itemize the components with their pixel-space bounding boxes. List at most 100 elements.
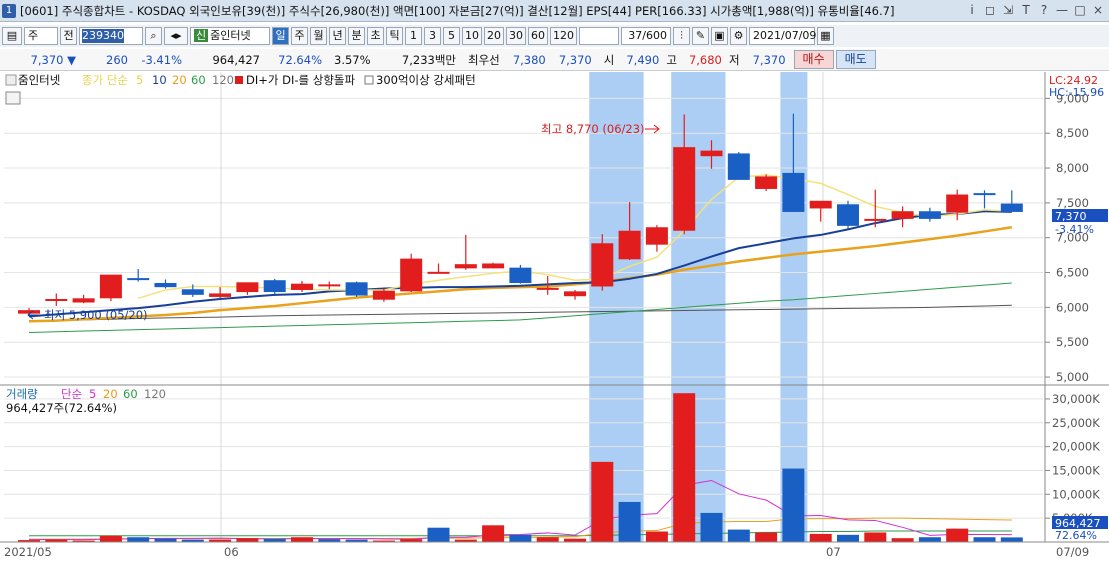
price-tick-label-5: 6,500 [1056, 266, 1089, 280]
x-tick-label-0: 2021/05 [4, 545, 52, 559]
open-label: 시 [603, 52, 615, 67]
candle-body-16 [454, 264, 477, 269]
stock-code-value: 239340 [82, 29, 124, 43]
interval-second[interactable]: 초 [367, 27, 384, 45]
volume-bar-21 [591, 461, 614, 542]
candle-body-22 [618, 230, 641, 260]
candle-body-20 [564, 291, 586, 297]
high-label: 고 [666, 52, 677, 67]
candle-body-31 [864, 218, 887, 221]
candle-body-30 [837, 204, 859, 226]
help-icon[interactable]: ? [1037, 3, 1051, 17]
candle-body-4 [127, 278, 150, 281]
num-20[interactable]: 20 [484, 27, 504, 45]
num-3[interactable]: 3 [424, 27, 441, 45]
volume-bar-23 [645, 531, 668, 542]
candle-body-21 [591, 243, 614, 287]
candle-body-19 [536, 287, 559, 290]
num-60[interactable]: 60 [528, 27, 548, 45]
volume-bar-24 [673, 393, 696, 542]
period-type-select[interactable]: 주 [24, 27, 58, 45]
current-price-tag-text: 7,370 [1055, 210, 1087, 223]
candle-body-2 [72, 298, 95, 303]
candle-body-35 [973, 193, 996, 196]
volume-bar-33 [918, 537, 941, 542]
price-tick-label-6: 6,000 [1056, 300, 1089, 314]
volume-ratio: 72.64% [278, 52, 322, 67]
hc-label: HC:-15.96 [1049, 86, 1104, 99]
legend-ma10: 10 [152, 73, 167, 87]
num-30[interactable]: 30 [506, 27, 526, 45]
candle-body-6 [181, 289, 204, 295]
interval-minute[interactable]: 분 [348, 27, 365, 45]
date-input[interactable]: 2021/07/09 [749, 27, 816, 45]
volume-bar-17 [482, 525, 505, 542]
candle-body-24 [673, 147, 696, 231]
info-icon[interactable]: i [965, 3, 979, 17]
price-tick-label-3: 7,500 [1056, 196, 1089, 210]
calendar-icon[interactable]: ▦ [817, 27, 834, 45]
low-label: 저 [728, 52, 740, 67]
chart-list-icon[interactable] [5, 91, 21, 105]
maximize-icon[interactable]: □ [1073, 3, 1087, 17]
volume-bar-25 [700, 512, 723, 542]
save-icon[interactable]: ▣ [711, 27, 728, 45]
interval-day[interactable]: 일 [272, 27, 289, 45]
candle-body-0 [18, 310, 40, 314]
candle-icon[interactable]: ⫶ [673, 27, 690, 45]
title-bar: 1 [0601] 주식종합차트 - KOSDAQ 외국인보유[39(천)] 주식… [0, 0, 1109, 22]
interval-year[interactable]: 년 [329, 27, 346, 45]
close-icon[interactable]: × [1091, 3, 1105, 17]
stock-chart[interactable]: 9,0008,5008,0007,5007,0006,5006,0005,500… [0, 72, 1109, 562]
legend-vol-ma60: 60 [123, 387, 138, 401]
x-tick-label-2: 07 [826, 545, 841, 559]
font-icon[interactable]: T [1019, 3, 1033, 17]
volume-bar-3 [99, 535, 122, 542]
interval-month[interactable]: 월 [310, 27, 327, 45]
candle-body-15 [427, 271, 450, 274]
best-ask: 7,380 [512, 52, 546, 67]
compare-button[interactable]: 전 [60, 27, 77, 45]
link-icon[interactable]: ⇲ [1001, 3, 1015, 17]
legend-ma-label: 종가 단순 [82, 73, 128, 87]
candle-body-9 [263, 280, 286, 293]
num-120[interactable]: 120 [550, 27, 577, 45]
gear-icon[interactable]: ⚙ [730, 27, 747, 45]
tools-icon[interactable]: ✎ [692, 27, 709, 45]
restore-icon[interactable]: ◻ [983, 3, 997, 17]
price-tick-label-8: 5,000 [1056, 370, 1089, 384]
buy-button[interactable]: 매수 [793, 50, 834, 69]
high-annotation: 최고 8,770 (06/23) [541, 122, 645, 136]
stock-code-input[interactable]: 239340 [79, 27, 143, 45]
legend-volume: 거래량 [6, 387, 38, 401]
custom-number-input[interactable] [579, 27, 619, 45]
interval-tick[interactable]: 틱 [386, 27, 403, 45]
legend-vol-ma-label: 단순 [61, 387, 82, 401]
window-title: [0601] 주식종합차트 - KOSDAQ 외국인보유[39(천)] 주식수[… [20, 3, 895, 18]
volume-bar-19 [536, 537, 559, 542]
num-10[interactable]: 10 [462, 27, 482, 45]
signal-di-marker [235, 76, 243, 84]
volume-bar-30 [837, 534, 859, 542]
candle-body-23 [645, 227, 668, 245]
sell-button[interactable]: 매도 [835, 50, 876, 69]
legend-vol-ma5: 5 [89, 387, 96, 401]
num-1[interactable]: 1 [405, 27, 422, 45]
volume-bar-5 [154, 538, 177, 542]
best-bid: 7,370 [558, 52, 592, 67]
candle-body-25 [700, 150, 723, 157]
candle-body-28 [782, 172, 805, 212]
volume-bar-8 [236, 538, 259, 542]
candle-body-13 [372, 290, 395, 300]
num-5[interactable]: 5 [443, 27, 460, 45]
sound-icon[interactable]: ◂▸ [164, 27, 188, 45]
minimize-icon[interactable]: — [1055, 3, 1069, 17]
price-tick-label-1: 8,500 [1056, 126, 1089, 140]
legend-signal-pattern: 300억이상 강세패턴 [376, 73, 476, 87]
volume-bar-32 [891, 538, 914, 542]
legend-toggle-icon[interactable] [5, 74, 17, 86]
chart-type-icon[interactable]: ▤ [2, 27, 22, 45]
search-icon[interactable]: ⌕ [145, 27, 162, 45]
current-change-tag-text: -3.41% [1055, 223, 1094, 236]
interval-week[interactable]: 주 [291, 27, 308, 45]
